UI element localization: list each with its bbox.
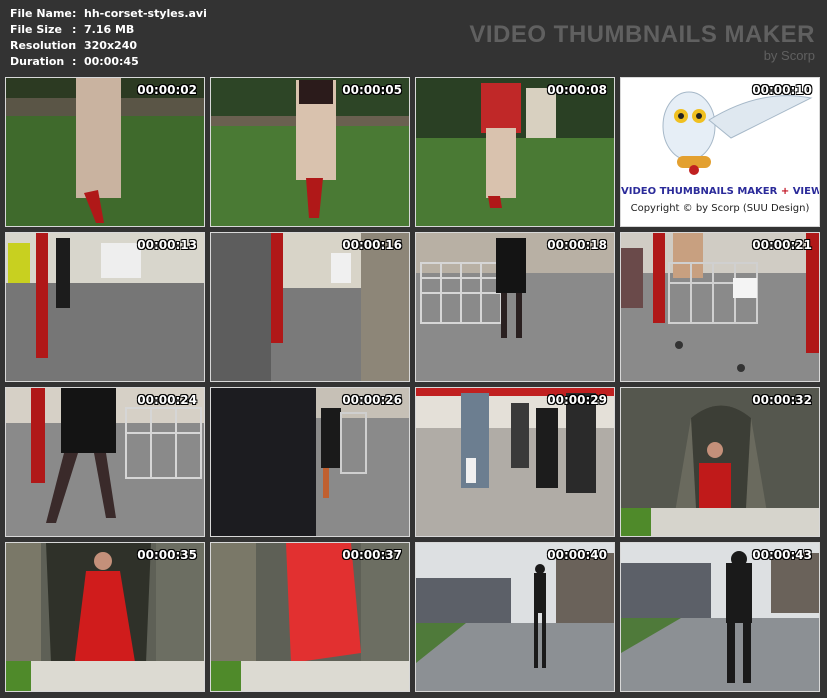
frame-image <box>6 388 204 536</box>
thumbnail-grid: 00:00:02 00:00:05 00:00:08 VIDEO THUMBNA… <box>5 77 822 693</box>
timestamp: 00:00:16 <box>342 238 402 252</box>
thumbnail[interactable]: 00:00:29 <box>415 387 615 537</box>
thumbnail[interactable]: 00:00:02 <box>5 77 205 227</box>
thumbnail[interactable]: 00:00:21 <box>620 232 820 382</box>
frame-image <box>416 233 614 381</box>
timestamp: 00:00:13 <box>137 238 197 252</box>
thumbnail[interactable]: 00:00:16 <box>210 232 410 382</box>
brand-watermark: VIDEO THUMBNAILS MAKER by Scorp <box>469 22 815 64</box>
frame-image <box>211 388 409 536</box>
brand-title: VIDEO THUMBNAILS MAKER <box>469 21 815 48</box>
timestamp: 00:00:43 <box>752 548 812 562</box>
logo-viewer: VIEWER <box>792 186 819 197</box>
frame-image <box>416 388 614 536</box>
thumbnail[interactable]: 00:00:43 <box>620 542 820 692</box>
thumbnail[interactable]: 00:00:24 <box>5 387 205 537</box>
resolution-value: 320x240 <box>84 39 138 52</box>
frame-image <box>211 78 409 226</box>
timestamp: 00:00:37 <box>342 548 402 562</box>
duration-row: Duration : 00:00:45 <box>10 54 207 70</box>
frame-image <box>621 388 819 536</box>
thumbnail[interactable]: 00:00:35 <box>5 542 205 692</box>
logo-thumbnail[interactable]: VIDEO THUMBNAILS MAKER + VIEWER Copyrigh… <box>620 77 820 227</box>
timestamp: 00:00:18 <box>547 238 607 252</box>
timestamp: 00:00:10 <box>752 83 812 97</box>
file-size-row: File Size : 7.16 MB <box>10 22 207 38</box>
frame-image <box>6 543 204 691</box>
timestamp: 00:00:40 <box>547 548 607 562</box>
brand-subtitle: by Scorp <box>763 48 815 63</box>
file-info-panel: File Name : hh-corset-styles.avi File Si… <box>10 6 207 70</box>
colon: : <box>72 55 77 68</box>
timestamp: 00:00:35 <box>137 548 197 562</box>
frame-image <box>211 543 409 691</box>
timestamp: 00:00:05 <box>342 83 402 97</box>
frame-image <box>6 233 204 381</box>
logo-caption: VIDEO THUMBNAILS MAKER + VIEWER <box>621 186 819 197</box>
timestamp: 00:00:21 <box>752 238 812 252</box>
timestamp: 00:00:29 <box>547 393 607 407</box>
logo-title: VIDEO THUMBNAILS MAKER <box>621 186 778 197</box>
file-size-label: File Size <box>10 23 62 36</box>
thumbnail[interactable]: 00:00:05 <box>210 77 410 227</box>
frame-image <box>416 543 614 691</box>
thumbnail[interactable]: 00:00:13 <box>5 232 205 382</box>
file-size-value: 7.16 MB <box>84 23 135 36</box>
frame-image <box>211 233 409 381</box>
file-name-label: File Name <box>10 7 72 20</box>
frame-image <box>621 543 819 691</box>
resolution-row: Resolution : 320x240 <box>10 38 207 54</box>
colon: : <box>72 39 77 52</box>
resolution-label: Resolution <box>10 39 77 52</box>
thumbnail[interactable]: 00:00:37 <box>210 542 410 692</box>
frame-image <box>6 78 204 226</box>
frame-image <box>416 78 614 226</box>
frame-image <box>621 233 819 381</box>
timestamp: 00:00:26 <box>342 393 402 407</box>
thumbnail[interactable]: 00:00:40 <box>415 542 615 692</box>
thumbnail[interactable]: 00:00:32 <box>620 387 820 537</box>
thumbnail[interactable]: 00:00:18 <box>415 232 615 382</box>
logo-copyright: Copyright © by Scorp (SUU Design) <box>630 203 810 214</box>
colon: : <box>72 7 77 20</box>
file-name-value: hh-corset-styles.avi <box>84 7 207 20</box>
file-name-row: File Name : hh-corset-styles.avi <box>10 6 207 22</box>
duration-value: 00:00:45 <box>84 55 139 68</box>
duration-label: Duration <box>10 55 65 68</box>
thumbnail[interactable]: 00:00:08 <box>415 77 615 227</box>
colon: : <box>72 23 77 36</box>
timestamp: 00:00:08 <box>547 83 607 97</box>
logo-plus: + <box>780 186 790 197</box>
timestamp: 00:00:02 <box>137 83 197 97</box>
timestamp: 00:00:24 <box>137 393 197 407</box>
timestamp: 00:00:32 <box>752 393 812 407</box>
thumbnail[interactable]: 00:00:26 <box>210 387 410 537</box>
